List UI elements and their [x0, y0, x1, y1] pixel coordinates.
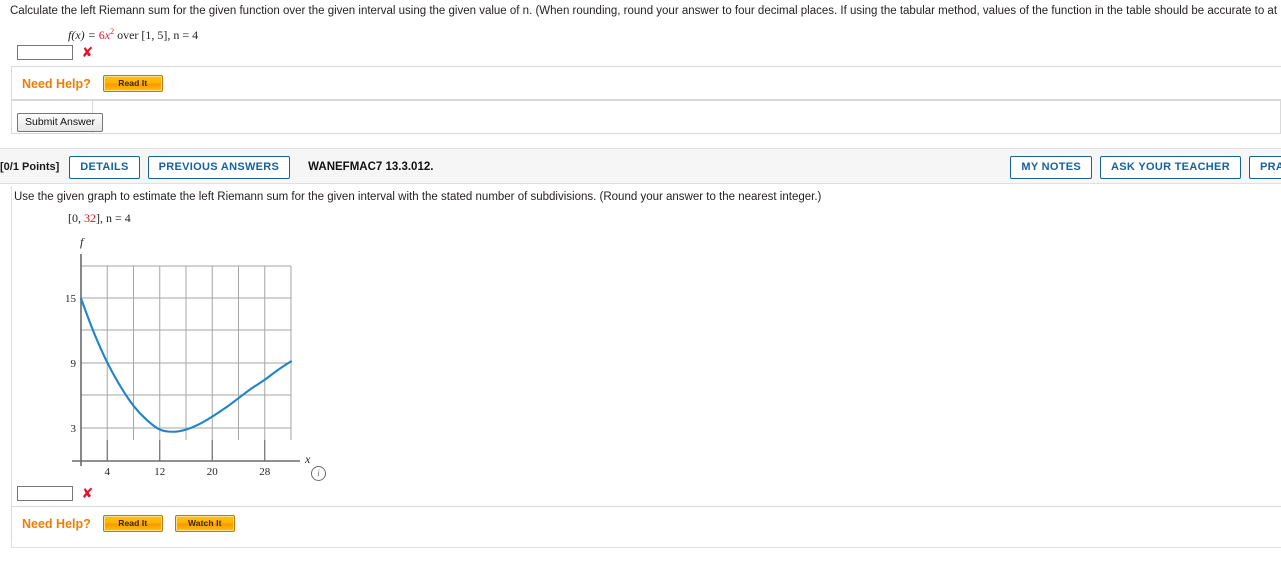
problem-1-answer-row: ✘	[17, 44, 93, 62]
function-suffix: over [1, 5], n = 4	[114, 28, 199, 42]
problem-2-statement: Use the given graph to estimate the left…	[14, 191, 822, 203]
question-header-right: MY NOTES ASK YOUR TEACHER PRACTICE ANOTH…	[1010, 155, 1281, 179]
read-it-button-2[interactable]: Read It	[102, 515, 163, 532]
need-help-label-2: Need Help?	[22, 516, 91, 531]
problem-2-answer-row: ✘	[17, 485, 93, 503]
svg-text:15: 15	[65, 293, 77, 305]
help-row-frame-1	[11, 66, 1281, 100]
watch-it-button-2[interactable]: Watch It	[174, 515, 235, 532]
problem-1-statement: Calculate the left Riemann sum for the g…	[10, 5, 1281, 17]
vertical-gridlines	[106, 266, 292, 440]
question-code: WANEFMAC7 13.3.012.	[308, 161, 434, 173]
function-prefix: f(x) =	[68, 28, 99, 42]
answer-input-1[interactable]	[17, 45, 73, 61]
svg-text:3: 3	[71, 423, 77, 435]
info-icon[interactable]: i	[311, 466, 326, 481]
answer-input-2[interactable]	[17, 486, 73, 502]
details-button[interactable]: DETAILS	[69, 155, 140, 179]
svg-text:28: 28	[259, 466, 271, 478]
interval-upper-value: 32	[84, 211, 96, 225]
x-ticks	[106, 440, 266, 461]
need-help-label-1: Need Help?	[22, 76, 91, 91]
problem-1-help-row: Need Help? Read It	[22, 75, 163, 92]
previous-answers-button[interactable]: PREVIOUS ANSWERS	[147, 155, 291, 179]
question-header-left: [0/1 Points] DETAILS PREVIOUS ANSWERS WA…	[0, 155, 434, 179]
read-it-button-1[interactable]: Read It	[102, 75, 163, 92]
svg-text:20: 20	[207, 466, 219, 478]
submit-cell-frame-1b	[93, 100, 1281, 134]
y-tick-labels: 15 9 3	[65, 293, 77, 435]
practice-another-button[interactable]: PRACTICE ANOTHER	[1248, 155, 1281, 179]
my-notes-button[interactable]: MY NOTES	[1010, 155, 1093, 179]
x-tick-labels: 4 12 20 28	[105, 466, 271, 478]
incorrect-mark-2: ✘	[81, 485, 94, 502]
incorrect-mark-1: ✘	[81, 44, 94, 61]
submit-answer-button-1[interactable]: Submit Answer	[17, 113, 104, 132]
svg-text:12: 12	[154, 466, 165, 478]
interval-close: ], n = 4	[96, 211, 131, 225]
x-axis-label: x	[304, 452, 311, 466]
ask-your-teacher-button[interactable]: ASK YOUR TEACHER	[1100, 155, 1241, 179]
graph-svg: f 4 12 20 28 15 9 3 x	[65, 235, 311, 478]
points-label: [0/1 Points]	[0, 161, 60, 173]
interval-open: [0,	[68, 211, 84, 225]
svg-text:4: 4	[105, 466, 111, 478]
riemann-sum-graph: f 4 12 20 28 15 9 3 x	[60, 228, 330, 493]
problem-2-help-row: Need Help? Read It Watch It	[22, 515, 235, 532]
svg-text:9: 9	[71, 358, 77, 370]
question-page: Calculate the left Riemann sum for the g…	[0, 0, 1281, 561]
y-axis-label: f	[80, 235, 85, 249]
problem-1-function: f(x) = 6x2 over [1, 5], n = 4	[68, 27, 198, 43]
problem-2-interval: [0, 32], n = 4	[68, 211, 131, 226]
